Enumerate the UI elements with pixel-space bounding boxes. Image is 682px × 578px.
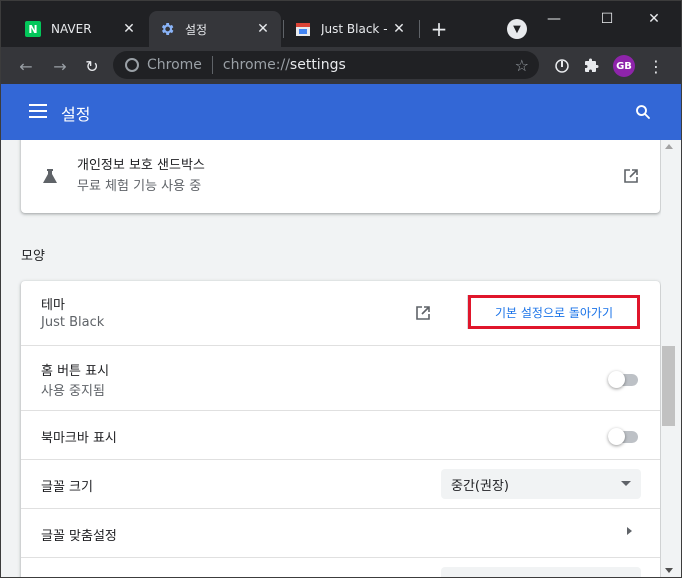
theme-row[interactable]: 테마 Just Black 기본 설정으로 돌아가기 xyxy=(21,281,660,345)
open-in-new-icon[interactable] xyxy=(414,304,432,322)
chrome-icon xyxy=(125,58,139,72)
menu-icon[interactable] xyxy=(29,104,47,118)
browser-window: N NAVER ✕ 설정 ✕ Just Black - C ✕ + ▼ — ☐ … xyxy=(0,0,682,578)
font-size-row: 글꼴 크기 중간(권장) xyxy=(21,459,660,508)
scroll-down-arrow-icon[interactable] xyxy=(665,568,673,573)
browser-toolbar: ← → ↻ Chrome chrome://settings ☆ GB ⋮ xyxy=(1,47,681,84)
font-size-label: 글꼴 크기 xyxy=(41,480,93,495)
tab-settings[interactable]: 설정 ✕ xyxy=(149,11,281,47)
tab-search-button[interactable]: ▼ xyxy=(507,19,527,39)
star-icon[interactable]: ☆ xyxy=(515,56,529,75)
media-icon[interactable] xyxy=(551,55,573,77)
tab-naver[interactable]: N NAVER ✕ xyxy=(15,11,147,47)
section-title-appearance: 모양 xyxy=(21,249,45,264)
close-window-button[interactable]: ✕ xyxy=(644,9,664,29)
url-path: settings xyxy=(289,57,346,73)
tab-separator xyxy=(419,20,420,38)
privacy-sandbox-title: 개인정보 보호 샌드박스 xyxy=(77,158,205,173)
home-button-row[interactable]: 홈 버튼 표시 사용 중지됨 xyxy=(21,345,660,410)
customize-fonts-row[interactable]: 글꼴 맞춤설정 xyxy=(21,508,660,557)
reset-theme-button[interactable]: 기본 설정으로 돌아가기 xyxy=(468,295,640,329)
address-bar[interactable]: Chrome chrome://settings ☆ xyxy=(113,51,539,79)
theme-value: Just Black xyxy=(41,315,105,330)
home-button-sublabel: 사용 중지됨 xyxy=(41,384,105,399)
tab-title: NAVER xyxy=(51,22,92,36)
font-size-select[interactable]: 중간(권장) xyxy=(441,469,641,499)
privacy-sandbox-row[interactable]: 개인정보 보호 샌드박스 무료 체험 기능 사용 중 xyxy=(21,140,660,213)
bookmarks-bar-toggle[interactable] xyxy=(608,428,638,445)
origin-label: Chrome xyxy=(147,57,202,73)
tab-strip: N NAVER ✕ 설정 ✕ Just Black - C ✕ + ▼ — ☐ … xyxy=(1,1,681,47)
omnibox-separator xyxy=(211,56,213,74)
close-icon[interactable]: ✕ xyxy=(255,21,271,37)
url-scheme: chrome:// xyxy=(222,57,290,73)
bookmarks-bar-label: 북마크바 표시 xyxy=(41,431,117,446)
tab-title: Just Black - C xyxy=(321,22,391,36)
avatar[interactable]: GB xyxy=(613,55,635,77)
partial-select[interactable] xyxy=(441,567,641,577)
home-button-label: 홈 버튼 표시 xyxy=(41,364,110,379)
back-arrow-icon[interactable]: ← xyxy=(15,55,37,77)
scroll-up-arrow-icon[interactable] xyxy=(665,144,673,149)
open-in-new-icon[interactable] xyxy=(622,167,640,185)
toggle-knob xyxy=(608,428,625,445)
scrollbar-thumb[interactable] xyxy=(662,346,675,426)
settings-content: 개인정보 보호 샌드박스 무료 체험 기능 사용 중 모양 테마 Just Bl… xyxy=(1,140,681,577)
reload-icon[interactable]: ↻ xyxy=(81,55,103,77)
privacy-sandbox-subtitle: 무료 체험 기능 사용 중 xyxy=(77,179,202,194)
naver-icon: N xyxy=(25,21,41,37)
privacy-card: 개인정보 보호 샌드박스 무료 체험 기능 사용 중 xyxy=(21,140,660,213)
minimize-button[interactable]: — xyxy=(544,9,564,29)
theme-label: 테마 xyxy=(41,298,65,313)
chevron-right-icon xyxy=(627,527,632,535)
store-icon xyxy=(295,21,311,37)
page-title: 설정 xyxy=(61,105,91,124)
flask-icon xyxy=(41,167,59,185)
maximize-button[interactable]: ☐ xyxy=(597,9,617,29)
search-icon[interactable] xyxy=(634,103,652,121)
more-menu-icon[interactable]: ⋮ xyxy=(645,55,667,77)
close-icon[interactable]: ✕ xyxy=(121,21,137,37)
toggle-knob xyxy=(608,371,625,388)
tab-separator xyxy=(283,20,284,38)
bookmarks-bar-row[interactable]: 북마크바 표시 xyxy=(21,410,660,459)
gear-icon xyxy=(159,21,175,37)
tab-title: 설정 xyxy=(185,22,208,37)
home-button-toggle[interactable] xyxy=(608,371,638,388)
puzzle-icon[interactable] xyxy=(581,55,603,77)
new-tab-button[interactable]: + xyxy=(429,19,449,39)
close-icon[interactable]: ✕ xyxy=(391,21,407,37)
next-row xyxy=(21,557,660,577)
appearance-card: 테마 Just Black 기본 설정으로 돌아가기 홈 버튼 표시 사용 중지… xyxy=(21,281,660,577)
forward-arrow-icon[interactable]: → xyxy=(49,55,71,77)
dropdown-arrow-icon xyxy=(621,481,631,486)
customize-fonts-label: 글꼴 맞춤설정 xyxy=(41,529,117,544)
settings-header: 설정 xyxy=(1,84,681,140)
font-size-selected: 중간(권장) xyxy=(451,478,509,494)
tab-just-black[interactable]: Just Black - C ✕ xyxy=(285,11,417,47)
